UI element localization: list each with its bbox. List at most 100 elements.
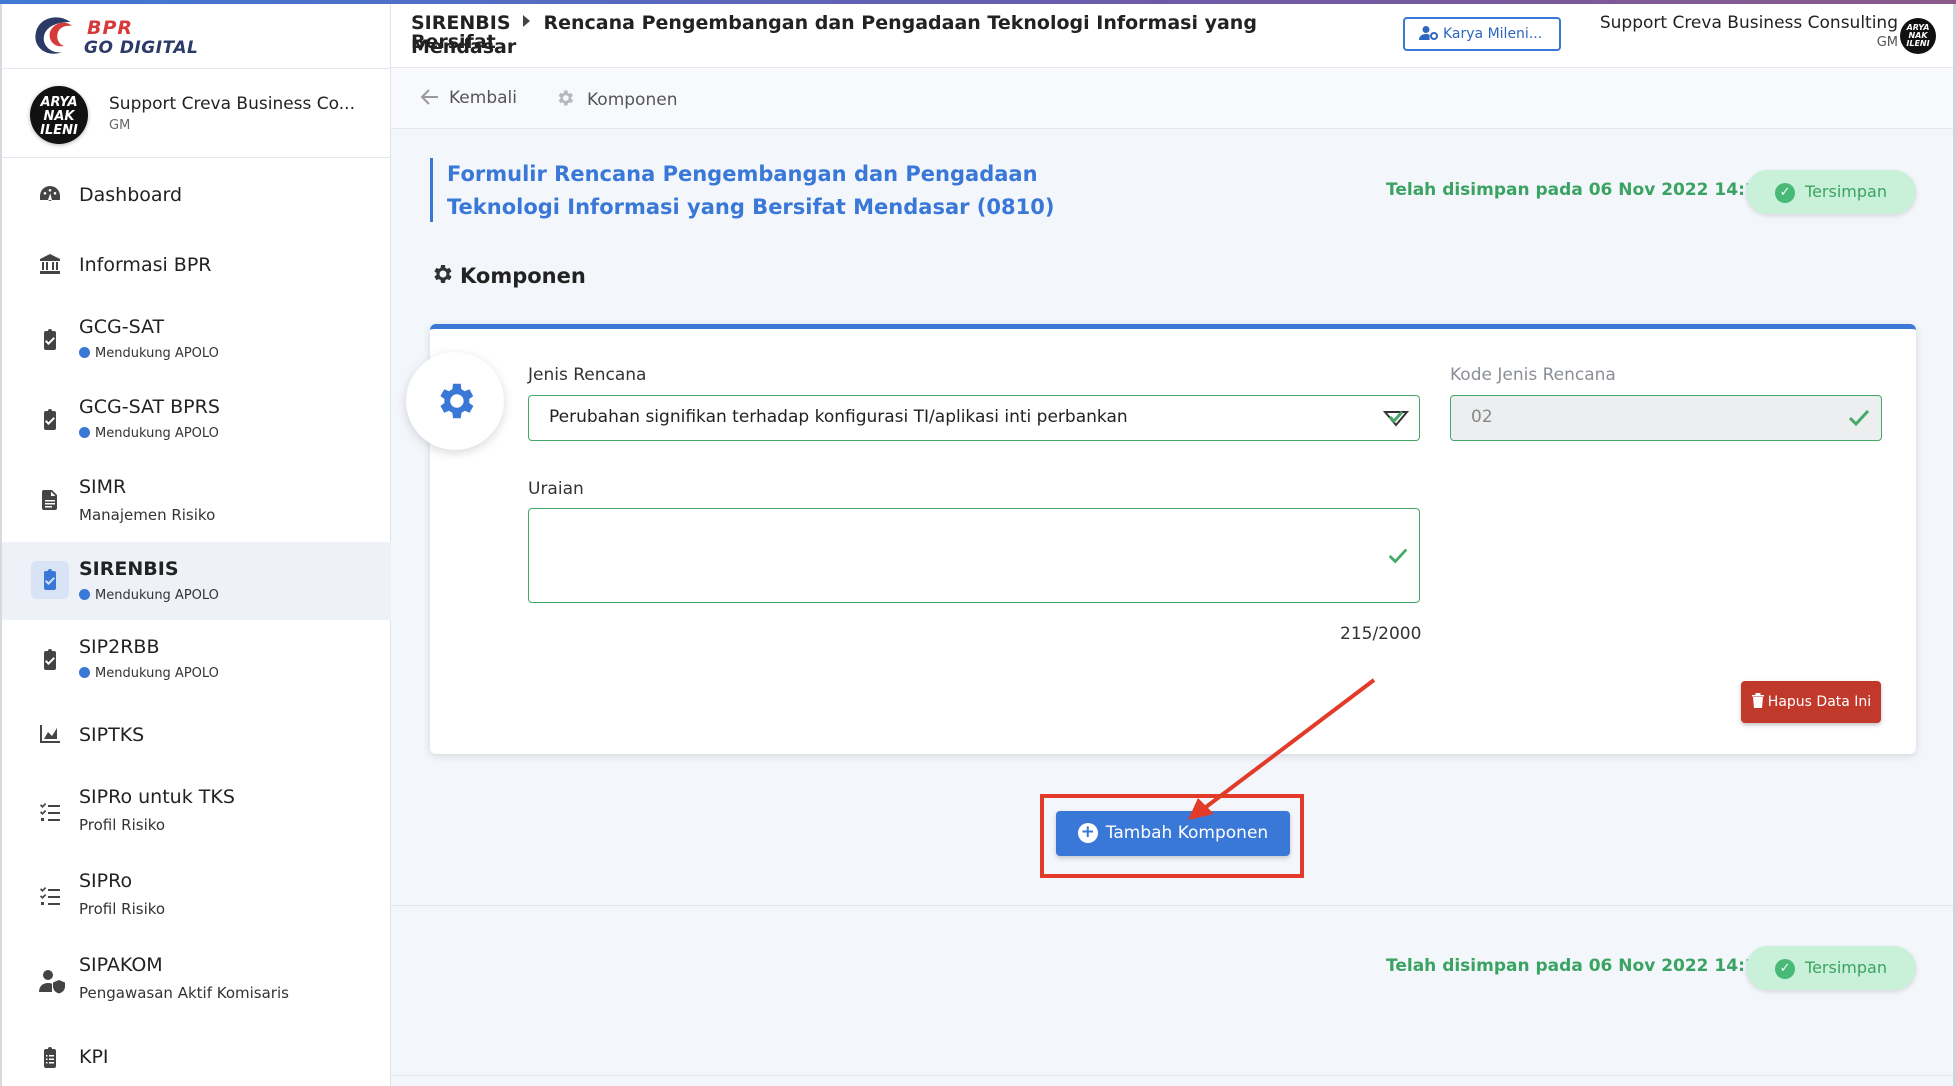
sidebar-item-label: SIMR: [79, 476, 127, 498]
logo-mark-icon: [35, 17, 72, 54]
organization-button[interactable]: Karya Mileni...: [1403, 17, 1561, 51]
uraian-label: Uraian: [528, 479, 584, 499]
back-button[interactable]: Kembali: [420, 88, 517, 108]
status-dot: [79, 347, 90, 358]
clipboard-check-icon: [44, 329, 56, 350]
sidebar-item-sub: Profil Risiko: [79, 900, 166, 918]
avatar-text: ARYA NAK ILENI: [1906, 23, 1930, 48]
saved-button-label: Tersimpan: [1805, 958, 1887, 977]
sidebar-item-sublabel: Mendukung APOLO: [79, 666, 219, 681]
check-circle-icon: ✓: [1775, 959, 1796, 979]
status-dot: [79, 589, 90, 600]
delete-button-label: Hapus Data Ini: [1767, 694, 1872, 710]
sidebar-item-label: Informasi BPR: [79, 254, 212, 276]
footer-saved-status-text: Telah disimpan pada 06 Nov 2022 14:11: [1386, 956, 1769, 976]
sidebar-item-label: GCG-SAT BPRS: [79, 396, 220, 418]
sidebar-item-sublabel: Mendukung APOLO: [79, 588, 219, 603]
sidebar-item-dashboard[interactable]: Dashboard: [2, 162, 391, 230]
section-title-text: Komponen: [460, 264, 586, 288]
app-logo[interactable]: BPR GO DIGITAL: [32, 14, 202, 62]
profile-role: GM: [109, 118, 131, 133]
check-icon: [1388, 548, 1408, 564]
logo-text-go-digital: GO DIGITAL: [84, 38, 199, 58]
sidebar-item-kpi[interactable]: KPI: [2, 1024, 391, 1086]
saved-button[interactable]: ✓ Tersimpan: [1746, 170, 1916, 214]
uraian-textarea[interactable]: [528, 508, 1420, 603]
sidebar-item-label: SIPTKS: [79, 724, 145, 746]
sidebar-item-informasi-bpr[interactable]: Informasi BPR: [2, 232, 391, 300]
gear-icon: [558, 90, 573, 106]
organization-button-label: Karya Mileni...: [1443, 26, 1543, 42]
user-gear-icon: [1419, 26, 1438, 40]
sidebar-item-simr[interactable]: SIMR Manajemen Risiko: [2, 462, 391, 540]
area-chart-icon: [40, 725, 60, 743]
sidebar: BPR GO DIGITAL ARYA NAK ILENI Support Cr…: [0, 4, 391, 1086]
divider: [391, 905, 1956, 906]
profile-name: Support Creva Business Co...: [109, 94, 355, 114]
breadcrumb-current: Rencana Pengembangan dan Pengadaan Tekno…: [411, 12, 1257, 53]
check-icon: [1848, 409, 1870, 427]
sidebar-item-sublabel: Mendukung APOLO: [79, 426, 219, 441]
sidebar-item-sub: Pengawasan Aktif Komisaris: [79, 984, 289, 1002]
check-circle-icon: ✓: [1775, 183, 1796, 203]
sidebar-item-sub: Mendukung APOLO: [95, 666, 219, 681]
dashboard-icon: [40, 186, 60, 201]
arrow-left-icon: [420, 89, 438, 105]
dropdown-check-icon: [1383, 411, 1409, 427]
delete-button[interactable]: Hapus Data Ini: [1741, 681, 1881, 723]
breadcrumb: SIRENBIS Rencana Pengembangan dan Pengada…: [411, 14, 1311, 52]
bank-icon: [40, 254, 60, 274]
clipboard-check-icon: [44, 409, 56, 430]
section-title: Komponen: [430, 262, 586, 288]
clipboard-check-icon: [44, 649, 56, 670]
sidebar-item-sip2rbb[interactable]: SIP2RBB Mendukung APOLO: [2, 622, 391, 700]
clipboard-check-icon: [44, 569, 56, 590]
title-accent-bar: [430, 158, 433, 222]
avatar-text: ARYA NAK ILENI: [40, 95, 78, 138]
checklist-icon: [40, 803, 60, 821]
kode-jenis-rencana-value: 02: [1471, 407, 1493, 427]
saved-button-label: Tersimpan: [1805, 182, 1887, 201]
divider: [391, 1075, 1956, 1076]
header-avatar[interactable]: ARYA NAK ILENI: [1900, 18, 1936, 54]
sidebar-item-sub: Profil Risiko: [79, 816, 166, 834]
caret-right-icon: [522, 15, 530, 27]
form-title: Formulir Rencana Pengembangan dan Pengad…: [447, 162, 1055, 219]
back-label: Kembali: [449, 88, 517, 108]
kode-jenis-rencana-label: Kode Jenis Rencana: [1450, 365, 1616, 385]
status-dot: [79, 667, 90, 678]
sidebar-item-sub: Mendukung APOLO: [95, 346, 219, 361]
sidebar-item-label: Dashboard: [79, 184, 183, 206]
user-shield-icon: [39, 970, 65, 994]
saved-status-text: Telah disimpan pada 06 Nov 2022 14:11: [1386, 180, 1769, 200]
sidebar-item-label: SIPAKOM: [79, 954, 163, 976]
sidebar-item-label: SIRENBIS: [79, 558, 179, 580]
sidebar-item-sipro-tks[interactable]: SIPRo untuk TKS Profil Risiko: [2, 772, 391, 852]
jenis-rencana-select[interactable]: Perubahan signifikan terhadap konfiguras…: [528, 395, 1420, 441]
sidebar-item-sirenbis[interactable]: SIRENBIS Mendukung APOLO: [2, 542, 391, 620]
header-user-role: GM: [1876, 35, 1898, 50]
sidebar-item-label: KPI: [79, 1046, 109, 1068]
sidebar-item-sipro[interactable]: SIPRo Profil Risiko: [2, 856, 391, 936]
avatar[interactable]: ARYA NAK ILENI: [30, 86, 88, 144]
logo-text-bpr: BPR: [87, 17, 134, 39]
footer-saved-button[interactable]: ✓ Tersimpan: [1746, 946, 1916, 990]
sidebar-item-siptks[interactable]: SIPTKS: [2, 702, 391, 770]
sidebar-item-sub: Manajemen Risiko: [79, 506, 216, 524]
sidebar-item-sipakom[interactable]: SIPAKOM Pengawasan Aktif Komisaris: [2, 940, 391, 1020]
sidebar-item-label: SIPRo untuk TKS: [79, 786, 235, 808]
header-user-name: Support Creva Business Consulting: [1599, 13, 1898, 33]
sidebar-item-sub: Mendukung APOLO: [95, 588, 219, 603]
kode-jenis-rencana-field: 02: [1450, 395, 1882, 441]
divider: [2, 68, 391, 69]
sidebar-item-gcg-sat-bprs[interactable]: GCG-SAT BPRS Mendukung APOLO: [2, 382, 391, 460]
document-icon: [42, 490, 57, 510]
status-dot: [79, 427, 90, 438]
header-user-info[interactable]: Support Creva Business Consulting GM: [1600, 13, 1898, 50]
trash-icon: [1751, 693, 1764, 708]
gear-icon: [440, 383, 474, 419]
top-header: SIRENBIS Rencana Pengembangan dan Pengada…: [391, 4, 1956, 68]
tab-komponen[interactable]: Komponen: [555, 88, 677, 110]
jenis-rencana-label: Jenis Rencana: [528, 365, 647, 385]
sidebar-item-gcg-sat[interactable]: GCG-SAT Mendukung APOLO: [2, 302, 391, 380]
